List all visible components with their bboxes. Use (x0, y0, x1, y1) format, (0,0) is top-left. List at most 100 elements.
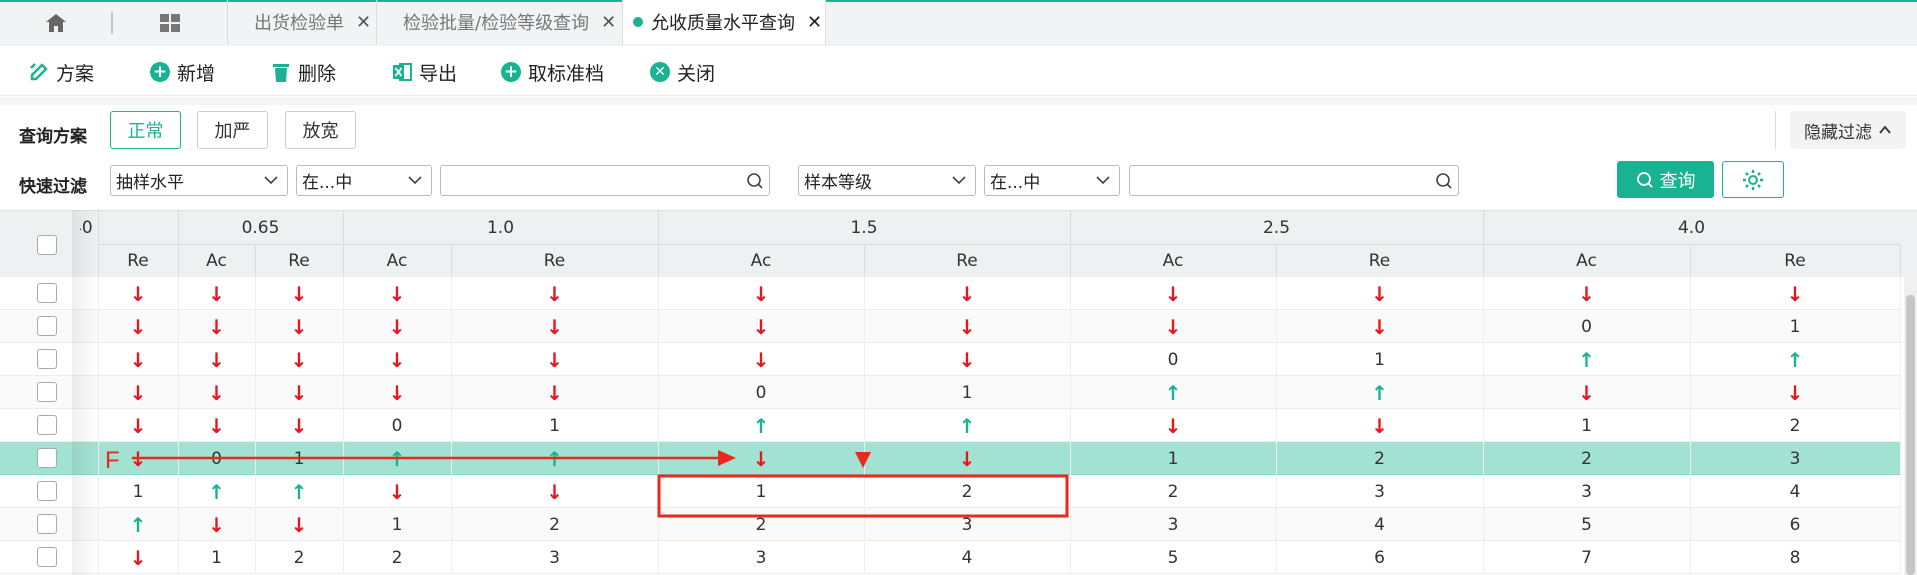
table-cell: 2 (1789, 415, 1801, 436)
select-all-checkbox[interactable] (37, 235, 57, 255)
query-button[interactable]: 查询 (1617, 161, 1714, 198)
plan-button[interactable]: 方案 (28, 58, 94, 86)
tab-label: 出货检验单 (254, 13, 344, 34)
arrow-down-icon: ↓ (958, 347, 976, 372)
row-checkbox[interactable] (37, 547, 57, 567)
hide-filter-button[interactable]: 隐藏过滤 (1790, 111, 1906, 149)
operator-select-2[interactable]: 在...中 (984, 165, 1120, 196)
filter-value-input[interactable] (440, 165, 770, 196)
arrow-down-icon: ↓ (290, 347, 308, 372)
table-cell: 3 (1581, 481, 1592, 502)
arrow-down-icon: ↓ (290, 512, 308, 537)
row-checkbox[interactable] (37, 316, 57, 336)
row-checkbox[interactable] (37, 283, 57, 303)
table-cell: 3 (1374, 481, 1385, 502)
row-checkbox[interactable] (37, 481, 57, 501)
vertical-scrollbar[interactable] (1904, 277, 1917, 575)
export-button[interactable]: 导出 (391, 58, 457, 86)
add-label: 新增 (177, 62, 216, 85)
table-cell: 1 (132, 481, 144, 502)
tab-aql-query[interactable]: 允收质量水平查询 ✕ (622, 0, 826, 44)
table-cell: 0 (391, 415, 403, 436)
close-button[interactable]: ✕ 关闭 (649, 58, 715, 86)
search-icon (747, 173, 763, 189)
close-icon[interactable]: ✕ (807, 12, 822, 33)
plan-reduced-button[interactable]: 放宽 (285, 111, 356, 149)
arrow-down-icon: ↓ (129, 314, 147, 339)
table-cell: 1 (1581, 415, 1592, 436)
column-group-header: 1.5 (850, 217, 878, 238)
delete-button[interactable]: 删除 (270, 58, 336, 86)
grid-icon[interactable] (150, 10, 190, 36)
arrow-down-icon: ↓ (208, 281, 225, 306)
arrow-down-icon: ↓ (290, 380, 308, 405)
close-icon[interactable]: ✕ (356, 12, 371, 33)
sampling-level-select[interactable]: 抽样水平 (110, 165, 288, 196)
plan-normal-button[interactable]: 正常 (110, 111, 181, 149)
row-checkbox[interactable] (37, 349, 57, 369)
column-divider (343, 211, 344, 277)
close-icon[interactable]: ✕ (601, 12, 616, 33)
add-button[interactable]: + 新增 (149, 58, 215, 86)
column-divider (178, 211, 179, 277)
table-cell: 2 (755, 514, 767, 535)
tab-divider (111, 12, 113, 34)
table-cell: 1 (211, 547, 222, 568)
arrow-down-icon: ↓ (290, 314, 308, 339)
search-icon (1436, 173, 1452, 189)
table-cell: 0 (1581, 316, 1592, 337)
column-divider (451, 277, 452, 574)
column-divider (1070, 211, 1071, 277)
tab-inspection-batch-query[interactable]: 检验批量/检验等级查询 ✕ (376, 0, 622, 44)
plan-tightened-button[interactable]: 加严 (197, 111, 268, 149)
table-cell: 2 (293, 547, 305, 568)
table-cell: 1 (1789, 316, 1801, 337)
row-checkbox[interactable] (37, 382, 57, 402)
arrow-down-icon: ↓ (208, 347, 225, 372)
arrow-down-icon: ↓ (1164, 281, 1182, 306)
row-checkbox[interactable] (37, 514, 57, 534)
table-cell: 1 (293, 448, 305, 469)
hide-filter-label: 隐藏过滤 (1804, 122, 1872, 143)
arrow-down-icon: ↓ (290, 281, 308, 306)
chevron-up-icon (1879, 125, 1891, 134)
arrow-up-icon: ↑ (388, 446, 406, 471)
gear-icon (1743, 169, 1763, 190)
arrow-down-icon: ↓ (546, 479, 563, 504)
column-divider (1690, 277, 1691, 574)
arrow-down-icon: ↓ (1164, 413, 1182, 438)
table-cell: 1 (549, 415, 560, 436)
filter-value-input-2[interactable] (1129, 165, 1459, 196)
column-header-re: Re (543, 251, 566, 271)
column-divider (864, 245, 865, 277)
column-header-ac: Ac (750, 251, 772, 271)
arrow-down-icon: ↓ (290, 413, 308, 438)
column-header-ac: Ac (1162, 251, 1184, 271)
table-cell: 2 (391, 547, 403, 568)
tab-shipment-inspection[interactable]: 出货检验单 ✕ (227, 0, 375, 44)
column-divider (1070, 277, 1071, 574)
delete-label: 删除 (298, 62, 337, 85)
scroll-thumb[interactable] (1906, 295, 1915, 575)
table-cell: 4 (961, 547, 973, 568)
operator-select[interactable]: 在...中 (296, 165, 432, 196)
arrow-down-icon: ↓ (1371, 413, 1388, 438)
arrow-down-icon: ↓ (752, 347, 770, 372)
cancel-standard-button[interactable]: + 取标准档 (500, 58, 604, 86)
tab-label: 检验批量/检验等级查询 (403, 13, 590, 34)
table-cell: 1 (391, 514, 403, 535)
sample-grade-select[interactable]: 样本等级 (798, 165, 976, 196)
column-divider (1900, 277, 1901, 574)
row-checkbox[interactable] (37, 415, 57, 435)
arrow-down-icon: ↓ (129, 413, 147, 438)
settings-button[interactable] (1722, 161, 1784, 198)
table-cell: 0 (1167, 349, 1179, 370)
table-cell: 6 (1789, 514, 1801, 535)
arrow-down-icon: ↓ (1578, 281, 1595, 306)
home-icon[interactable] (36, 10, 76, 36)
table-cell: 2 (549, 514, 560, 535)
edit-plan-icon (28, 61, 50, 83)
row-checkbox[interactable] (37, 448, 57, 468)
arrow-up-icon: ↑ (1164, 380, 1182, 405)
divider (1775, 111, 1776, 149)
